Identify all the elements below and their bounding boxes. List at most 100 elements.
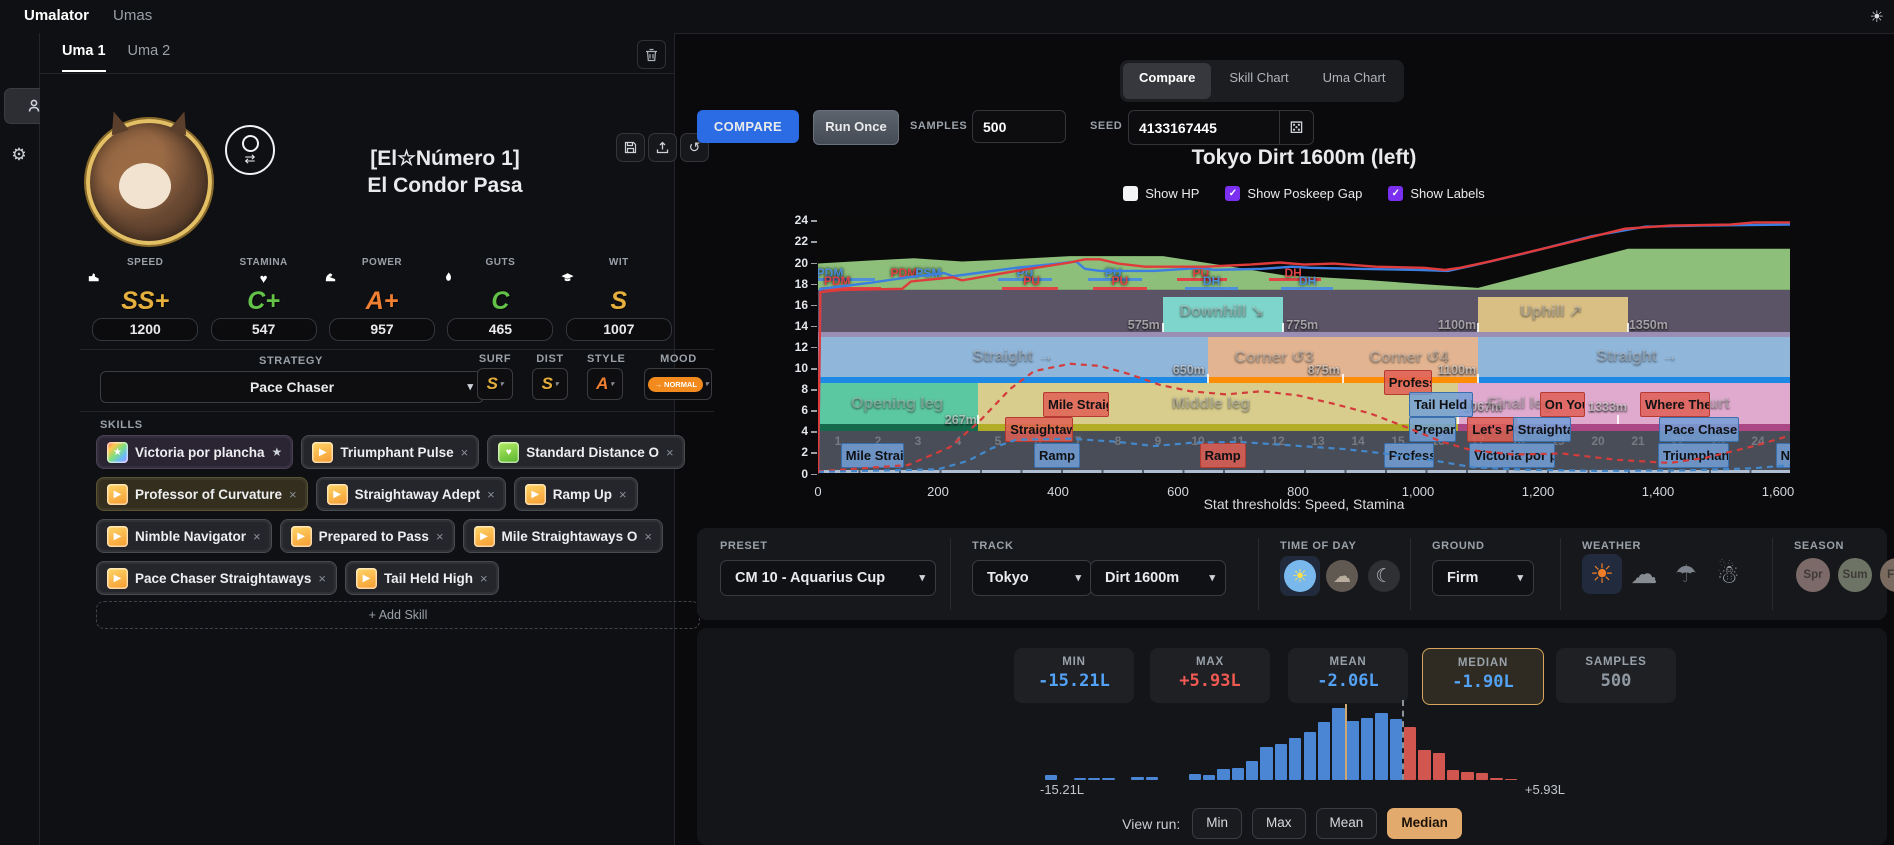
skill-remove-button[interactable]: × — [318, 571, 326, 586]
weather-sunny-selected[interactable]: ☀ — [1582, 554, 1622, 594]
toggle-show-poskeep-gap[interactable]: ✓ Show Poskeep Gap — [1225, 186, 1362, 201]
checkbox-checked[interactable]: ✓ — [1388, 186, 1404, 201]
divider — [80, 349, 714, 350]
result-max-card[interactable]: MAX +5.93L — [1150, 648, 1270, 703]
skills-label: SKILLS — [100, 419, 143, 431]
uma-portrait[interactable] — [86, 119, 212, 245]
skill-chip-straightaway-adept[interactable]: ▶ Straightaway Adept × — [315, 477, 506, 511]
skill-icon: ▶ — [355, 567, 377, 589]
view-run-mean-button[interactable]: Mean — [1315, 808, 1378, 839]
ground-select[interactable]: Firm ▾ — [1432, 560, 1534, 596]
skill-chip-standard-distance-o[interactable]: ♥ Standard Distance O × — [487, 435, 685, 469]
stat-value-input[interactable]: 547 — [210, 318, 317, 341]
results-card: MIN -15.21L MAX +5.93L MEAN -2.06L MEDIAN -1.90… — [697, 628, 1887, 845]
time-of-day-day-sun-selected[interactable]: ☀ — [1280, 556, 1320, 596]
result-samples-card[interactable]: SAMPLES 500 — [1556, 648, 1676, 703]
toggle-label: Show Labels — [1410, 186, 1485, 201]
result-min-card[interactable]: MIN -15.21L — [1014, 648, 1134, 703]
skill-chip-victoria-por-plancha[interactable]: ★ Victoria por plancha ★ — [96, 435, 294, 469]
tab-uma-2[interactable]: Uma 2 — [128, 33, 171, 70]
aptitude-dist-select[interactable]: S ▾ — [532, 368, 568, 400]
histogram-bar — [1404, 726, 1417, 780]
skill-chip-triumphant-pulse[interactable]: ▶ Triumphant Pulse × — [301, 435, 480, 469]
checkbox-checked[interactable]: ✓ — [1225, 186, 1241, 201]
tab-uma-1[interactable]: Uma 1 — [62, 33, 106, 72]
aptitude-style-select[interactable]: A ▾ — [587, 368, 623, 400]
view-run-max-button[interactable]: Max — [1252, 808, 1306, 839]
skill-chip-pace-chaser-straightaways[interactable]: ▶ Pace Chaser Straightaways × — [96, 561, 337, 595]
histogram-bar — [1432, 752, 1446, 780]
strategy-select[interactable]: Pace Chaser ▾ — [100, 371, 484, 403]
add-skill-button[interactable]: + Add Skill — [96, 601, 700, 629]
skill-activation-mile-straig: Mile Straig — [1043, 392, 1109, 418]
preset-label: PRESET — [720, 540, 768, 552]
result-median-card[interactable]: MEDIAN -1.90L — [1422, 648, 1544, 705]
skill-remove-button[interactable]: × — [644, 529, 652, 544]
random-seed-button[interactable]: ⚄ — [1279, 111, 1313, 144]
season-spr[interactable]: Spr — [1794, 556, 1832, 594]
swap-uma-button[interactable]: ⇄ — [225, 125, 275, 175]
run-once-button[interactable]: Run Once — [813, 110, 899, 145]
track-course-select[interactable]: Tokyo ▾ — [972, 560, 1092, 596]
season-fall[interactable]: Fall — [1878, 556, 1894, 594]
aptitude-value: A — [596, 374, 609, 393]
y-tick-mark — [811, 220, 817, 222]
skill-remove-button[interactable]: × — [461, 445, 469, 460]
stat-value-input[interactable]: 1200 — [92, 318, 199, 341]
weather-cloudy[interactable]: ☁ — [1624, 554, 1664, 594]
skill-chip-prepared-to-pass[interactable]: ▶ Prepared to Pass × — [279, 519, 455, 553]
view-run-median-button[interactable]: Median — [1387, 808, 1462, 839]
stat-value-input[interactable]: 465 — [447, 318, 554, 341]
tab-skill-chart[interactable]: Skill Chart — [1213, 63, 1304, 99]
section-number: 21 — [1631, 433, 1645, 448]
samples-input[interactable] — [972, 110, 1066, 143]
skill-remove-button[interactable]: × — [619, 487, 627, 502]
view-run-min-button[interactable]: Min — [1192, 808, 1243, 839]
stat-value-input[interactable]: 957 — [329, 318, 436, 341]
result-mean-card[interactable]: MEAN -2.06L — [1288, 648, 1408, 703]
skill-chip-professor-of-curvature[interactable]: ▶ Professor of Curvature × — [96, 477, 308, 511]
skill-remove-button[interactable]: × — [289, 487, 297, 502]
time-of-day-dusk-cloud[interactable]: ☁ — [1322, 556, 1362, 596]
delete-uma-button[interactable] — [637, 40, 666, 69]
ground-label: GROUND — [1432, 540, 1485, 552]
mood-select[interactable]: → NORMAL ▾ — [644, 368, 713, 400]
skill-name: Nimble Navigator — [135, 528, 247, 544]
toggle-show-labels[interactable]: ✓ Show Labels — [1388, 186, 1485, 201]
chevron-down-icon: ▾ — [610, 381, 614, 388]
skill-remove-button[interactable]: × — [253, 529, 261, 544]
skill-star-icon: ★ — [271, 445, 283, 459]
skill-activation-straighta: Straighta — [1512, 416, 1571, 442]
skill-remove-button[interactable]: × — [436, 529, 444, 544]
theme-toggle-sun-icon[interactable]: ☀ — [1870, 7, 1884, 27]
skill-activation-tail-held-h: Tail Held H — [1409, 392, 1473, 418]
save-uma-button[interactable] — [616, 133, 645, 162]
nav-tab-umas[interactable]: Umas — [113, 0, 152, 32]
skill-chip-mile-straightaways-o[interactable]: ▶ Mile Straightaways O × — [462, 519, 663, 553]
checkbox-unchecked[interactable] — [1123, 186, 1139, 201]
compare-button[interactable]: COMPARE — [697, 110, 799, 143]
skill-chip-tail-held-high[interactable]: ▶ Tail Held High × — [344, 561, 499, 595]
time-of-day-night-moon[interactable]: ☾ — [1364, 556, 1404, 596]
skill-remove-button[interactable]: × — [487, 487, 495, 502]
skill-chip-nimble-navigator[interactable]: ▶ Nimble Navigator × — [96, 519, 272, 553]
view-run-row: View run: Min Max Mean Median — [697, 808, 1887, 839]
track-distance-select[interactable]: Dirt 1600m ▾ — [1090, 560, 1226, 596]
aptitude-surf-select[interactable]: S ▾ — [477, 368, 513, 400]
skill-icon: ▶ — [107, 567, 128, 589]
weather-snowy[interactable]: ☃ — [1708, 554, 1748, 594]
season-sum[interactable]: Sum — [1836, 556, 1874, 594]
tab-compare[interactable]: Compare — [1123, 63, 1212, 99]
toggle-show-hp[interactable]: Show HP — [1123, 186, 1199, 201]
skill-remove-button[interactable]: × — [666, 445, 674, 460]
seed-input[interactable] — [1129, 118, 1279, 137]
tab-uma-chart[interactable]: Uma Chart — [1307, 63, 1402, 99]
skill-chip-ramp-up[interactable]: ▶ Ramp Up × — [513, 477, 638, 511]
histogram-bar — [1073, 777, 1087, 780]
stat-value-input[interactable]: 1007 — [565, 318, 672, 341]
export-uma-button[interactable] — [648, 133, 677, 162]
preset-select[interactable]: CM 10 - Aquarius Cup ▾ — [720, 560, 936, 596]
weather-rainy[interactable]: ☂ — [1666, 554, 1706, 594]
skill-remove-button[interactable]: × — [480, 571, 488, 586]
settings-button[interactable]: ⚙ — [4, 140, 34, 170]
